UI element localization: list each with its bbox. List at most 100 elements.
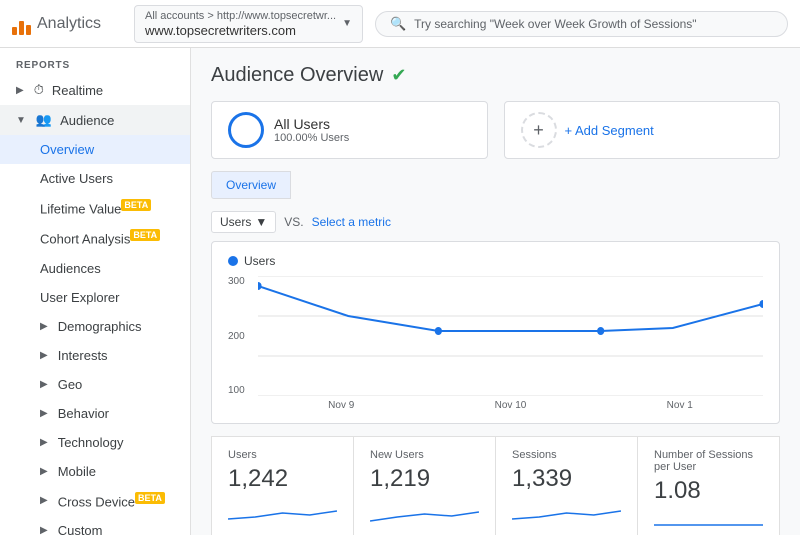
chart-area: 300 200 100 [258,276,763,396]
stats-grid: Users 1,242 New Users 1,219 Sessio [211,436,780,535]
sidebar-label-geo: Geo [58,377,83,392]
search-icon: 🔍 [390,16,406,32]
sidebar-item-behavior[interactable]: ▶ Behavior [0,399,190,428]
app-logo: Analytics [12,13,122,35]
x-label-nov10: Nov 10 [495,400,527,411]
logo-bar-1 [12,27,17,35]
sidebar-item-audience[interactable]: ▼ 👥 Audience [0,105,190,135]
sidebar-label-audience: Audience [60,113,114,128]
stat-sessions-value: 1,339 [512,465,621,493]
segment-circle [228,112,264,148]
expand-icon-behavior: ▶ [40,408,48,419]
legend-label: Users [244,254,275,268]
sidebar-item-realtime[interactable]: ▶ ⏱ Realtime [0,75,190,105]
sidebar-label-audiences: Audiences [40,261,101,276]
sidebar-label-cohort-analysis: Cohort AnalysisBETA [40,230,160,246]
logo-icon [12,13,31,35]
stat-users-sparkline [228,499,337,527]
stat-users: Users 1,242 [211,436,354,535]
tab-overview[interactable]: Overview [211,171,291,199]
sidebar-section-reports: REPORTS [0,48,190,75]
stat-users-value: 1,242 [228,465,337,493]
page-title-area: Audience Overview ✔ [211,64,780,87]
expand-icon-audience: ▼ [16,115,26,126]
sidebar-label-user-explorer: User Explorer [40,290,119,305]
metric-dropdown-arrow: ▼ [255,215,267,229]
stat-sessions-label: Sessions [512,449,621,461]
sidebar-item-audiences[interactable]: Audiences [0,254,190,283]
stat-users-label: Users [228,449,337,461]
sidebar-item-cross-device[interactable]: ▶ Cross DeviceBETA [0,486,190,516]
sidebar-label-lifetime-value: Lifetime ValueBETA [40,200,151,216]
sidebar-item-overview[interactable]: Overview [0,135,190,164]
stat-new-users-value: 1,219 [370,465,479,493]
sidebar-label-technology: Technology [58,435,124,450]
expand-icon-geo: ▶ [40,379,48,390]
breadcrumb: All accounts > http://www.topsecretwr... [145,10,336,22]
sidebar-item-geo[interactable]: ▶ Geo [0,370,190,399]
expand-icon-interests: ▶ [40,350,48,361]
sidebar-item-lifetime-value[interactable]: Lifetime ValueBETA [0,193,190,223]
verified-icon: ✔ [391,65,406,86]
sidebar-label-demographics: Demographics [58,319,142,334]
sidebar-item-custom[interactable]: ▶ Custom [0,516,190,535]
stat-sessions-sparkline [512,499,621,527]
sidebar-icon-realtime: ⏱ [34,82,44,98]
segment-bar: All Users 100.00% Users + + Add Segment [211,101,780,159]
stat-sessions: Sessions 1,339 [496,436,638,535]
cohort-beta-badge: BETA [130,229,160,241]
legend-dot [228,256,238,266]
stat-spu-sparkline [654,511,763,535]
lifetime-value-beta-badge: BETA [121,199,151,211]
tab-bar: Overview [211,171,780,199]
current-url: www.topsecretwriters.com [145,23,336,38]
main-layout: REPORTS ▶ ⏱ Realtime ▼ 👥 Audience Overvi… [0,48,800,535]
add-segment-button[interactable]: + + Add Segment [504,101,781,159]
sidebar-item-mobile[interactable]: ▶ Mobile [0,457,190,486]
sidebar-item-technology[interactable]: ▶ Technology [0,428,190,457]
sidebar-label-mobile: Mobile [58,464,96,479]
y-label-100: 100 [228,385,245,396]
chart-legend: Users [228,254,763,268]
expand-icon-technology: ▶ [40,437,48,448]
main-content: Audience Overview ✔ All Users 100.00% Us… [191,48,800,535]
sidebar-item-cohort-analysis[interactable]: Cohort AnalysisBETA [0,223,190,253]
expand-icon-custom: ▶ [40,525,48,535]
stat-spu-value: 1.08 [654,477,763,505]
sidebar-label-interests: Interests [58,348,108,363]
expand-icon-realtime: ▶ [16,85,24,96]
vs-label: VS. [284,215,303,229]
metric-value: Users [220,215,251,229]
metric-dropdown[interactable]: Users ▼ [211,211,276,233]
x-label-nov9: Nov 9 [328,400,354,411]
sidebar: REPORTS ▶ ⏱ Realtime ▼ 👥 Audience Overvi… [0,48,191,535]
sidebar-label-behavior: Behavior [58,406,109,421]
url-bar[interactable]: All accounts > http://www.topsecretwr...… [134,5,363,43]
sidebar-label-realtime: Realtime [52,83,103,98]
expand-icon-mobile: ▶ [40,466,48,477]
sidebar-item-demographics[interactable]: ▶ Demographics [0,312,190,341]
sidebar-label-custom: Custom [58,523,103,535]
search-bar[interactable]: 🔍 Try searching "Week over Week Growth o… [375,11,788,37]
stat-new-users-sparkline [370,499,479,527]
stat-spu-label: Number of Sessions per User [654,449,763,473]
select-metric-link[interactable]: Select a metric [312,215,391,229]
x-axis-labels: Nov 9 Nov 10 Nov 1 [258,400,763,411]
search-placeholder: Try searching "Week over Week Growth of … [414,17,696,31]
segment-info: All Users 100.00% Users [274,116,349,144]
y-label-300: 300 [228,276,245,287]
stat-new-users: New Users 1,219 [354,436,496,535]
y-label-200: 200 [228,331,245,342]
chart-svg [258,276,763,396]
segment-name: All Users [274,116,349,132]
segment-percent: 100.00% Users [274,132,349,144]
url-dropdown-arrow[interactable]: ▼ [342,18,352,29]
x-label-nov11: Nov 1 [667,400,693,411]
add-segment-label: + Add Segment [565,123,654,138]
sidebar-item-interests[interactable]: ▶ Interests [0,341,190,370]
sidebar-item-user-explorer[interactable]: User Explorer [0,283,190,312]
sidebar-item-active-users[interactable]: Active Users [0,164,190,193]
chart-container: Users 300 200 100 [211,241,780,424]
all-users-segment[interactable]: All Users 100.00% Users [211,101,488,159]
page-title: Audience Overview [211,64,383,87]
